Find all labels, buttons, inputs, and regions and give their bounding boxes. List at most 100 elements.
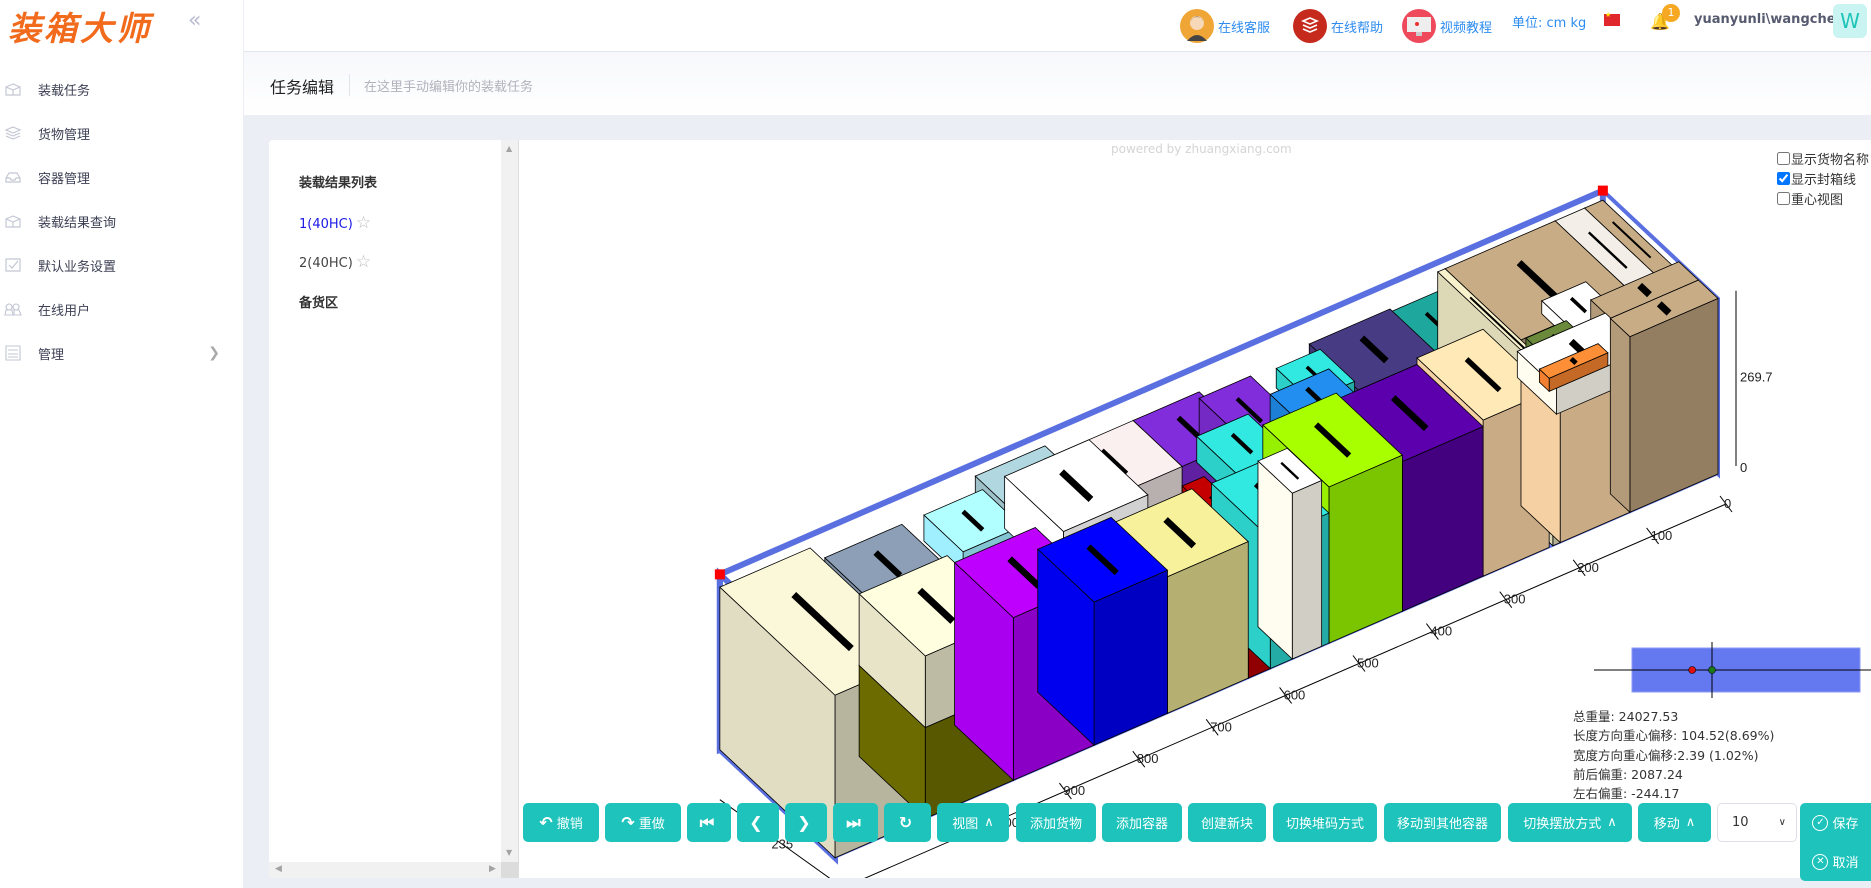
box-icon — [5, 215, 21, 228]
username[interactable]: yuanyunli\wangchen — [1694, 12, 1845, 27]
step-size-select[interactable]: 10 ∨ — [1717, 803, 1797, 842]
switch-placement-button[interactable]: 切换摆放方式 ∧ — [1508, 803, 1632, 842]
sidebar-item-result-query[interactable]: 装载结果查询 — [0, 201, 244, 241]
front-back-imbalance: 前后偏重: 2087.24 — [1573, 767, 1683, 782]
length-axis-tick-label: 800 — [1137, 751, 1159, 766]
move-to-other-label: 移动到其他容器 — [1396, 817, 1488, 832]
user-avatar[interactable]: W — [1833, 4, 1867, 38]
sidebar-item-label: 默认业务设置 — [38, 259, 117, 275]
create-block-label: 创建新块 — [1200, 817, 1253, 832]
height-axis-label: 269.7 — [1740, 369, 1773, 384]
star-icon[interactable]: ☆ — [356, 213, 371, 233]
online-service-link[interactable]: 在线客服 — [1180, 8, 1270, 44]
tray-icon — [5, 172, 21, 183]
box-icon — [5, 83, 21, 96]
add-container-label: 添加容器 — [1115, 817, 1168, 832]
sliders-icon — [5, 345, 21, 361]
result-item-label: 1(40HC) — [299, 217, 353, 232]
option-label: 重心视图 — [1791, 193, 1844, 208]
save-button[interactable]: ✓ 保存 — [1800, 803, 1871, 842]
staging-area[interactable]: 备货区 — [299, 292, 338, 311]
notification-badge: 1 — [1662, 4, 1680, 22]
undo-button[interactable]: ↶ 撤销 — [523, 803, 599, 842]
corner-marker — [1597, 185, 1608, 196]
length-axis-tick-label: 900 — [1063, 783, 1085, 798]
previous-step-button[interactable]: ❮ — [737, 803, 779, 842]
result-item-2[interactable]: 2(40HC) ☆ — [299, 252, 371, 272]
sidebar: 装箱大师 « 装载任务 货物管理 容器管理 装载结果查询 默认业务设置 在线用户… — [0, 0, 244, 888]
left-right-imbalance: 左右偏重: -244.17 — [1573, 786, 1680, 801]
add-container-button[interactable]: 添加容器 — [1102, 803, 1182, 842]
actual-cog-point — [1688, 666, 1696, 674]
corner-marker — [714, 569, 725, 580]
next-step-button[interactable]: ❯ — [785, 803, 827, 842]
scroll-left-arrow-icon[interactable]: ◀ — [275, 864, 282, 874]
header-divider — [349, 74, 350, 96]
unit-indicator[interactable]: 单位: cm kg — [1512, 12, 1586, 31]
add-cargo-button[interactable]: 添加货物 — [1016, 803, 1096, 842]
cancel-button[interactable]: ✕ 取消 — [1800, 842, 1871, 881]
collapse-sidebar-icon[interactable]: « — [188, 8, 201, 33]
last-step-button[interactable]: ⏭ — [833, 803, 878, 842]
users-icon — [4, 303, 22, 316]
scroll-up-arrow-icon[interactable]: ▲ — [506, 144, 512, 153]
scroll-down-arrow-icon[interactable]: ▼ — [506, 848, 512, 857]
watermark: powered by zhuangxiang.com — [1111, 142, 1292, 156]
vertical-scrollbar[interactable]: ▲ ▼ — [501, 140, 518, 862]
video-tutorial-link[interactable]: 视频教程 — [1402, 8, 1492, 44]
length-axis-tick-label: 0 — [1724, 496, 1731, 511]
cargo-box-side — [1257, 460, 1293, 660]
show-seal-line-checkbox[interactable] — [1777, 172, 1790, 185]
center-of-gravity-view-checkbox[interactable] — [1777, 192, 1790, 205]
switch-stacking-button[interactable]: 切换堆码方式 — [1273, 803, 1377, 842]
sidebar-item-cargo-management[interactable]: 货物管理 — [0, 113, 244, 153]
height-axis-label: 0 — [1740, 460, 1747, 475]
online-help-link[interactable]: 在线帮助 — [1293, 8, 1383, 44]
sidebar-item-loading-tasks[interactable]: 装载任务 — [0, 69, 244, 109]
page-header: 任务编辑 在这里手动编辑你的装载任务 — [244, 52, 1871, 115]
page-title: 任务编辑 — [270, 78, 335, 97]
result-item-1[interactable]: 1(40HC) ☆ — [299, 213, 371, 233]
refresh-button[interactable]: ↻ — [884, 803, 931, 842]
sidebar-item-management[interactable]: 管理 ❯ — [0, 333, 244, 373]
star-icon[interactable]: ☆ — [356, 252, 371, 272]
video-tutorial-label: 视频教程 — [1440, 20, 1493, 36]
length-axis-tick-label: 700 — [1210, 719, 1232, 734]
sidebar-item-label: 管理 — [38, 347, 65, 363]
first-step-button[interactable]: ⏮ — [687, 803, 731, 842]
page-description: 在这里手动编辑你的装载任务 — [364, 80, 534, 95]
move-button[interactable]: 移动 ∧ — [1638, 803, 1711, 842]
chevron-up-icon: ∧ — [1685, 815, 1696, 830]
sidebar-item-container-management[interactable]: 容器管理 — [0, 157, 244, 197]
result-list-panel: 装载结果列表 1(40HC) ☆ 2(40HC) ☆ 备货区 — [269, 140, 501, 878]
video-tutorial-icon — [1402, 9, 1436, 43]
redo-button[interactable]: ↷ 重做 — [605, 803, 681, 842]
sidebar-item-default-settings[interactable]: 默认业务设置 — [0, 245, 244, 285]
chevron-up-icon: ∧ — [984, 815, 994, 830]
move-to-other-container-button[interactable]: 移动到其他容器 — [1384, 803, 1501, 842]
length-cog-offset: 长度方向重心偏移: 104.52(8.69%) — [1573, 728, 1775, 743]
container-3d-view[interactable]: 010020030040050060070080090010002350269.… — [518, 140, 1871, 878]
help-stack-icon — [1293, 9, 1327, 43]
view-menu-button[interactable]: 视图 ∧ — [937, 803, 1009, 842]
length-axis-tick-label: 500 — [1357, 656, 1379, 671]
length-axis-tick-label: 400 — [1430, 624, 1452, 639]
show-cargo-name-checkbox[interactable] — [1777, 152, 1790, 165]
show-cargo-name-option[interactable]: 显示货物名称 — [1777, 149, 1869, 168]
create-block-button[interactable]: 创建新块 — [1188, 803, 1266, 842]
length-axis-tick-label: 600 — [1284, 687, 1306, 702]
sidebar-item-label: 装载任务 — [38, 83, 91, 99]
customer-service-icon — [1180, 9, 1214, 43]
center-of-gravity-view-option[interactable]: 重心视图 — [1777, 189, 1843, 208]
sidebar-item-online-users[interactable]: 在线用户 — [0, 289, 244, 329]
undo-icon: ↶ — [539, 813, 553, 832]
horizontal-scrollbar[interactable]: ◀ ▶ — [269, 862, 501, 878]
step-size-value: 10 — [1732, 815, 1749, 830]
show-seal-line-option[interactable]: 显示封箱线 — [1777, 169, 1856, 188]
chevron-right-icon: ❯ — [208, 345, 220, 361]
switch-stacking-label: 切换堆码方式 — [1285, 817, 1364, 832]
cargo-box-side — [1609, 317, 1631, 514]
chevron-right-icon: ❯ — [797, 813, 811, 832]
scroll-right-arrow-icon[interactable]: ▶ — [489, 864, 496, 874]
china-flag-icon[interactable] — [1604, 11, 1620, 26]
